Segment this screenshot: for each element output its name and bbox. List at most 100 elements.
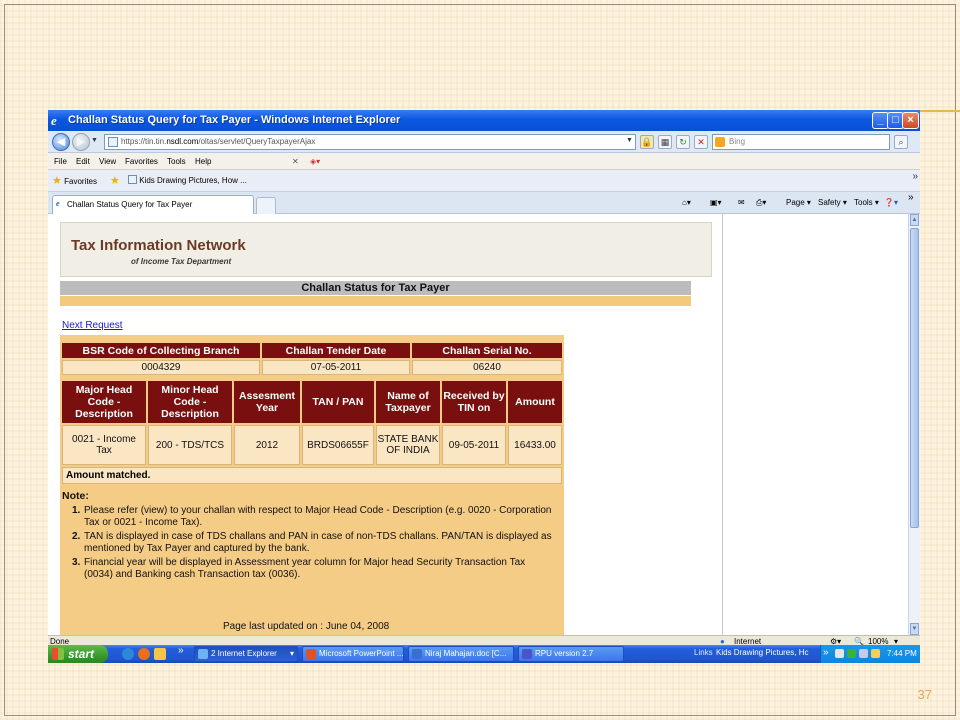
print-icon[interactable]: ⎙▾	[756, 198, 766, 208]
task-powerpoint[interactable]: Microsoft PowerPoint ...	[302, 646, 404, 662]
address-input[interactable]: https://tin.tin.nsdl.com/oltas/servlet/Q…	[104, 134, 636, 150]
menu-tools[interactable]: Tools	[167, 157, 186, 166]
tray-security-icon[interactable]	[847, 649, 856, 658]
tray-volume-icon[interactable]	[871, 649, 880, 658]
tray-app-icon[interactable]	[835, 649, 844, 658]
page-content: Tax Information Network of Income Tax De…	[48, 214, 908, 635]
header-major-head: Major Head Code - Description	[62, 381, 146, 423]
safety-menu[interactable]: Safety ▾	[818, 198, 847, 207]
last-updated-text: Page last updated on : June 04, 2008	[223, 621, 390, 632]
tender-date-value: 07-05-2011	[262, 360, 410, 375]
address-dropdown-icon[interactable]: ▼	[626, 137, 633, 144]
ie-task-icon	[198, 649, 208, 659]
task-rpu[interactable]: RPU version 2.7	[518, 646, 624, 662]
note-title: Note:	[62, 490, 89, 502]
right-blank-panel	[722, 214, 908, 635]
note-text: TAN is displayed in case of TDS challans…	[84, 531, 552, 554]
favorites-bar: ★ Favorites ★ Kids Drawing Pictures, How…	[48, 170, 920, 192]
new-tab-button[interactable]	[256, 197, 276, 214]
task-label: 2 Internet Explorer	[211, 649, 277, 658]
folder-quicklaunch-icon[interactable]	[154, 648, 166, 660]
scroll-thumb[interactable]	[910, 228, 919, 528]
header-taxpayer-name: Name of Taxpayer	[376, 381, 440, 423]
window-title: Challan Status Query for Tax Payer - Win…	[68, 114, 401, 126]
taxpayer-name-value: STATE BANK OF INDIA	[376, 425, 440, 465]
favorite-link[interactable]: Kids Drawing Pictures, How ...	[128, 175, 247, 185]
note-item: 3. Financial year will be displayed in As…	[72, 557, 556, 581]
page-heading: Challan Status for Tax Payer	[60, 281, 691, 295]
note-item: 1. Please refer (view) to your challan wi…	[72, 505, 556, 529]
quicklaunch-more-icon[interactable]: »	[178, 645, 184, 656]
heading-underline	[60, 296, 691, 306]
menu-favorites[interactable]: Favorites	[125, 157, 158, 166]
links-toolbar-item[interactable]: Kids Drawing Pictures, Hc	[716, 648, 808, 657]
forward-button[interactable]: ▶	[72, 133, 90, 151]
tray-expand-icon[interactable]: »	[823, 647, 829, 658]
slide-page-number: 37	[917, 687, 932, 702]
help-icon[interactable]: ❓▾	[884, 198, 898, 207]
links-toolbar-label[interactable]: Links	[694, 648, 713, 657]
start-button[interactable]: start	[48, 645, 108, 663]
ie-window: e Challan Status Query for Tax Payer - W…	[48, 110, 920, 663]
home-icon[interactable]: ⌂▾	[682, 198, 691, 207]
summary-table: BSR Code of Collecting Branch Challan Te…	[60, 341, 564, 377]
header-bsr-code: BSR Code of Collecting Branch	[62, 343, 260, 358]
mail-icon[interactable]: ✉	[738, 198, 745, 207]
feeds-icon[interactable]: ▣▾	[710, 198, 722, 207]
site-title: Tax Information Network	[71, 237, 246, 254]
windows-taskbar: start » 2 Internet Explorer ▾ Microsoft …	[48, 645, 920, 663]
rpu-icon	[522, 649, 532, 659]
page-icon	[108, 137, 118, 147]
menu-help[interactable]: Help	[195, 157, 211, 166]
lock-icon[interactable]: 🔒	[640, 135, 654, 149]
scroll-down-icon[interactable]: ▼	[910, 623, 919, 635]
amount-matched-message: Amount matched.	[62, 467, 562, 484]
site-header: Tax Information Network of Income Tax De…	[60, 222, 712, 277]
tab-title: Challan Status Query for Tax Payer	[67, 200, 193, 209]
more-commands-icon[interactable]: »	[908, 192, 914, 203]
task-label: Microsoft PowerPoint ...	[319, 649, 404, 658]
challan-panel: BSR Code of Collecting Branch Challan Te…	[60, 335, 564, 635]
menu-edit[interactable]: Edit	[76, 157, 90, 166]
search-input[interactable]: Bing	[712, 134, 890, 150]
firefox-quicklaunch-icon[interactable]	[138, 648, 150, 660]
amount-value: 16433.00	[508, 425, 562, 465]
task-internet-explorer[interactable]: 2 Internet Explorer ▾	[194, 646, 298, 662]
scroll-up-icon[interactable]: ▲	[910, 214, 919, 226]
task-label: RPU version 2.7	[535, 649, 594, 658]
tray-network-icon[interactable]	[859, 649, 868, 658]
page-icon	[128, 175, 137, 184]
search-icon[interactable]: ⌕	[894, 135, 908, 149]
refresh-icon[interactable]: ↻	[676, 135, 690, 149]
menu-view[interactable]: View	[99, 157, 116, 166]
url-path: /oltas/servlet/QueryTaxpayerAjax	[198, 137, 316, 146]
tools-menu[interactable]: Tools ▾	[854, 198, 879, 207]
vertical-scrollbar[interactable]: ▲ ▼	[908, 214, 920, 635]
next-request-link[interactable]: Next Request	[62, 320, 123, 331]
back-button[interactable]: ◀	[52, 133, 70, 151]
close-toolbar-icon[interactable]: ✕	[292, 157, 299, 166]
note-number: 1.	[72, 505, 81, 516]
received-on-value: 09-05-2011	[442, 425, 506, 465]
addon-icon[interactable]: ◈▾	[310, 157, 320, 166]
clock[interactable]: 7:44 PM	[887, 649, 917, 658]
ie-quicklaunch-icon[interactable]	[122, 648, 134, 660]
note-number: 3.	[72, 557, 81, 568]
search-placeholder: Bing	[729, 137, 746, 146]
url-prefix: https://tin.tin.	[121, 137, 167, 146]
favorites-button[interactable]: ★ Favorites	[52, 174, 97, 187]
close-button[interactable]: ×	[902, 112, 919, 129]
recent-pages-icon[interactable]: ▼	[91, 137, 98, 144]
menu-bar: File Edit View Favorites Tools Help ✕ ◈▾	[48, 153, 920, 170]
page-menu[interactable]: Page ▾	[786, 198, 811, 207]
more-chevron-icon[interactable]: »	[912, 171, 918, 182]
task-word-document[interactable]: Niraj Mahajan.doc [C...	[408, 646, 514, 662]
header-minor-head: Minor Head Code - Description	[148, 381, 232, 423]
tab-challan-status[interactable]: e Challan Status Query for Tax Payer	[52, 195, 254, 214]
menu-file[interactable]: File	[54, 157, 67, 166]
minor-head-value: 200 - TDS/TCS	[148, 425, 232, 465]
stop-icon[interactable]: ✕	[694, 135, 708, 149]
compatibility-icon[interactable]: ▦	[658, 135, 672, 149]
add-favorite-icon[interactable]: ★	[110, 174, 120, 187]
windows-flag-icon	[52, 648, 64, 660]
